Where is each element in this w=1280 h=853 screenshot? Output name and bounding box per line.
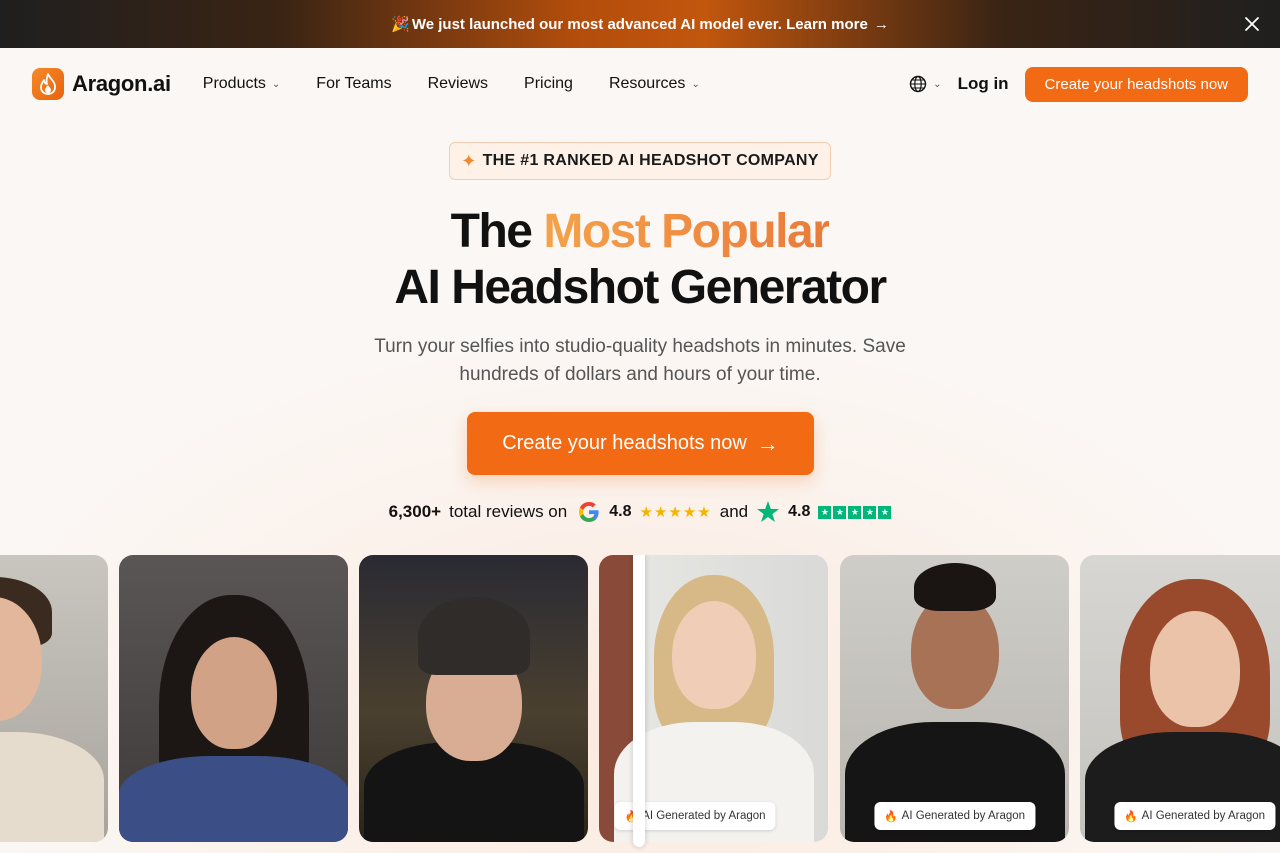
google-stars: ★★★★★ — [639, 504, 712, 521]
trustpilot-star-5: ★ — [878, 505, 892, 519]
flame-logo-icon — [32, 68, 64, 100]
trustpilot-star-2: ★ — [833, 505, 847, 519]
login-link[interactable]: Log in — [958, 74, 1009, 94]
nav-products[interactable]: Products ⌄ — [203, 75, 281, 93]
trustpilot-stars: ★ ★ ★ ★ ★ — [818, 505, 892, 519]
chevron-down-icon: ⌄ — [691, 78, 700, 90]
and-text: and — [719, 502, 749, 521]
chevron-down-icon: ⌄ — [271, 78, 281, 90]
party-popper-icon: 🎉 — [391, 16, 410, 33]
ai-generated-label: 🔥 AI Generated by Aragon — [873, 802, 1036, 830]
nav-reviews-label: Reviews — [427, 75, 489, 92]
logo[interactable]: Aragon.ai — [32, 68, 171, 100]
title-accent: Most Popular — [543, 205, 831, 258]
hero-title: The Most Popular AI Headshot Generator — [0, 204, 1280, 316]
trustpilot-star-1: ★ — [818, 505, 832, 519]
title-line-2: AI Headshot Generator — [394, 261, 887, 314]
hero-subtitle: Turn your selfies into studio-quality he… — [374, 336, 906, 385]
close-icon — [1245, 17, 1259, 31]
selfie-photo-3 — [359, 555, 588, 842]
nav-for-teams-label: For Teams — [316, 75, 392, 92]
headshot-photo-6: 🔥 AI Generated by Aragon — [1080, 555, 1280, 842]
nav-resources[interactable]: Resources ⌄ — [609, 75, 700, 93]
trustpilot-star-3: ★ — [848, 505, 862, 519]
headshot-photo-5: 🔥 AI Generated by Aragon — [840, 555, 1069, 842]
arrow-right-icon: → — [873, 15, 889, 33]
trustpilot-star-4: ★ — [863, 505, 877, 519]
review-count: 6,300+ — [388, 502, 442, 521]
flame-icon: 🔥 — [883, 810, 898, 823]
nav-pricing-label: Pricing — [524, 75, 573, 92]
language-selector[interactable]: ⌄ — [909, 75, 942, 93]
hero-cta-label: Create your headshots now — [502, 432, 747, 454]
chevron-down-icon: ⌄ — [933, 78, 942, 90]
ranking-badge: ✦ THE #1 RANKED AI HEADSHOT COMPANY — [449, 142, 831, 180]
arrow-right-icon: → — [756, 430, 779, 456]
sparkle-icon: ✦ — [461, 150, 477, 171]
hero-cta-button[interactable]: Create your headshots now → — [467, 412, 814, 475]
title-prefix: The — [450, 205, 544, 258]
badge-text: THE #1 RANKED AI HEADSHOT COMPANY — [482, 152, 819, 169]
ai-label-text: AI Generated by Aragon — [1141, 810, 1266, 822]
nav-for-teams[interactable]: For Teams — [316, 75, 391, 93]
announcement-text[interactable]: We just launched our most advanced AI mo… — [412, 16, 868, 33]
google-icon[interactable] — [577, 500, 601, 524]
headshot-gallery: 🔥 AI Generated by Aragon 🔥 AI Generated … — [0, 555, 1280, 853]
ai-label-text: AI Generated by Aragon — [642, 810, 766, 822]
selfie-photo-2 — [119, 555, 348, 842]
site-header: Aragon.ai Products ⌄ For Teams Reviews P… — [0, 48, 1280, 120]
logo-text: Aragon.ai — [72, 71, 171, 96]
trustpilot-star-icon[interactable] — [756, 500, 780, 524]
nav-resources-label: Resources — [608, 75, 686, 92]
close-banner-button[interactable] — [1240, 12, 1264, 36]
main-nav: Products ⌄ For Teams Reviews Pricing Res… — [203, 75, 700, 93]
reviews-summary: 6,300+ total reviews on 4.8 ★★★★★ and 4.… — [0, 498, 1280, 526]
google-rating: 4.8 — [609, 503, 632, 520]
comparison-slider-handle[interactable] — [633, 555, 645, 847]
ai-label-text: AI Generated by Aragon — [901, 810, 1026, 822]
selfie-photo-1 — [0, 555, 108, 842]
header-cta-button[interactable]: Create your headshots now — [1024, 66, 1248, 102]
flame-icon: 🔥 — [1123, 810, 1138, 823]
review-text: total reviews on — [449, 502, 568, 521]
ai-generated-label: 🔥 AI Generated by Aragon — [1113, 802, 1276, 830]
header-actions: ⌄ Log in Create your headshots now — [909, 66, 1248, 102]
trustpilot-rating: 4.8 — [788, 503, 811, 520]
nav-reviews[interactable]: Reviews — [428, 75, 488, 93]
nav-products-label: Products — [202, 75, 266, 92]
globe-icon — [909, 75, 927, 93]
announcement-bar[interactable]: 🎉 We just launched our most advanced AI … — [0, 0, 1280, 48]
nav-pricing[interactable]: Pricing — [524, 75, 573, 93]
